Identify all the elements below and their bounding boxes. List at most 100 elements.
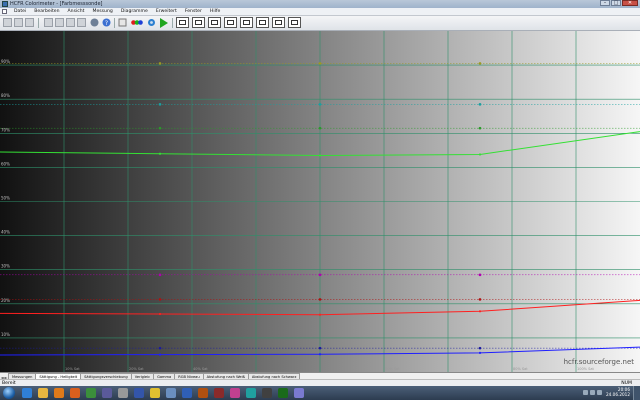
menu-ansicht[interactable]: Ansicht xyxy=(64,9,89,14)
y-tick-label: 50% xyxy=(1,196,10,201)
series-point xyxy=(318,313,322,316)
app10-icon[interactable] xyxy=(278,388,288,398)
tray-icon[interactable] xyxy=(590,390,595,395)
series-point xyxy=(318,353,322,356)
reference-point xyxy=(318,62,322,65)
play-icon[interactable] xyxy=(159,18,168,28)
app2-icon[interactable] xyxy=(102,388,112,398)
view6-icon[interactable] xyxy=(256,17,269,28)
explorer-icon[interactable] xyxy=(166,388,176,398)
reference-point xyxy=(478,346,482,350)
series-point xyxy=(478,153,482,156)
show-desktop-button[interactable] xyxy=(633,386,640,400)
title-bar: HCFR Colorimeter - [Farbmesssonde] – □ ✕ xyxy=(0,0,640,8)
copy-icon[interactable] xyxy=(55,18,64,27)
close-button[interactable]: ✕ xyxy=(622,0,638,6)
x-tick-label: 20% Sat xyxy=(129,367,144,371)
saturation-luminance-chart: 10% 20% 30% 40% 50% 60% 70% 80% 90% 10% Sat 20% S… xyxy=(0,31,640,372)
reference-point xyxy=(478,273,482,277)
app8-icon[interactable] xyxy=(246,388,256,398)
menu-bar: Datei Bearbeiten Ansicht Messung Diagram… xyxy=(0,8,640,16)
reference-point xyxy=(158,298,162,301)
reference-point xyxy=(318,298,322,301)
x-tick-label: 40% Sat xyxy=(193,367,208,371)
save-icon[interactable] xyxy=(25,18,34,27)
menu-messung[interactable]: Messung xyxy=(88,9,116,14)
x-tick-label: 60% Sat xyxy=(385,367,400,371)
menu-datei[interactable]: Datei xyxy=(10,9,30,14)
y-tick-label: 30% xyxy=(1,264,10,269)
reference-point xyxy=(158,103,162,106)
menu-fenster[interactable]: Fenster xyxy=(181,9,206,14)
reference-point xyxy=(478,62,482,65)
volume-icon[interactable] xyxy=(597,390,602,395)
view5-icon[interactable] xyxy=(240,17,253,28)
firefox-icon[interactable] xyxy=(70,388,80,398)
chrome-icon[interactable] xyxy=(150,388,160,398)
tray-icon[interactable] xyxy=(583,390,588,395)
menu-diagramme[interactable]: Diagramme xyxy=(117,9,152,14)
chart-area[interactable]: 10% 20% 30% 40% 50% 60% 70% 80% 90% 10% Sat 20% S… xyxy=(0,31,640,372)
reference-point xyxy=(318,346,322,350)
view3-icon[interactable] xyxy=(208,17,221,28)
app5-icon[interactable] xyxy=(198,388,208,398)
series-point xyxy=(318,154,322,157)
print-icon[interactable] xyxy=(77,18,86,27)
view1-icon[interactable] xyxy=(176,17,189,28)
open-icon[interactable] xyxy=(14,18,23,27)
toolbar: ? xyxy=(0,16,640,31)
new-icon[interactable] xyxy=(3,18,12,27)
view7-icon[interactable] xyxy=(272,17,285,28)
reference-point xyxy=(478,298,482,301)
series-point xyxy=(478,310,482,313)
media-icon[interactable] xyxy=(54,388,64,398)
y-tick-label: 20% xyxy=(1,298,10,303)
menu-hilfe[interactable]: Hilfe xyxy=(206,9,224,14)
menu-erweitert[interactable]: Erweitert xyxy=(152,9,181,14)
y-tick-label: 70% xyxy=(1,127,10,132)
clock[interactable]: 20:06 24.06.2012 xyxy=(606,387,630,397)
series-point xyxy=(158,312,162,316)
color-sensor-icon[interactable] xyxy=(90,18,99,27)
view2-icon[interactable] xyxy=(192,17,205,28)
settings-icon[interactable] xyxy=(147,18,156,27)
y-tick-label: 80% xyxy=(1,93,10,98)
series-point xyxy=(158,353,162,356)
measure-icon[interactable] xyxy=(118,18,127,27)
reference-point xyxy=(318,126,322,130)
word-icon[interactable] xyxy=(182,388,192,398)
app-icon[interactable] xyxy=(86,388,96,398)
maximize-button[interactable]: □ xyxy=(611,0,621,6)
taskbar: 20:06 24.06.2012 xyxy=(0,386,640,400)
reference-point xyxy=(318,273,322,277)
svg-text:?: ? xyxy=(105,20,108,27)
y-tick-label: 90% xyxy=(1,59,10,64)
app6-icon[interactable] xyxy=(214,388,224,398)
app-icon[interactable] xyxy=(2,1,8,7)
app3-icon[interactable] xyxy=(118,388,128,398)
minimize-button[interactable]: – xyxy=(600,0,610,6)
folder-icon[interactable] xyxy=(38,388,48,398)
view8-icon[interactable] xyxy=(288,17,301,28)
cut-icon[interactable] xyxy=(44,18,53,27)
app4-icon[interactable] xyxy=(134,388,144,398)
app9-icon[interactable] xyxy=(262,388,272,398)
help-icon[interactable]: ? xyxy=(102,18,111,27)
app7-icon[interactable] xyxy=(230,388,240,398)
window-title: HCFR Colorimeter - [Farbmesssonde] xyxy=(10,1,103,7)
x-tick-label: 80% Sat xyxy=(513,367,528,371)
ie-icon[interactable] xyxy=(22,388,32,398)
start-button[interactable] xyxy=(3,387,15,399)
x-tick-label: 10% Sat xyxy=(65,367,80,371)
menu-bearbeiten[interactable]: Bearbeiten xyxy=(30,9,63,14)
view4-icon[interactable] xyxy=(224,17,237,28)
paste-icon[interactable] xyxy=(66,18,75,27)
y-tick-label: 10% xyxy=(1,332,10,337)
reference-point xyxy=(158,62,162,65)
y-tick-label: 60% xyxy=(1,161,10,166)
color-balance-icon[interactable] xyxy=(131,18,143,27)
hcfr-icon[interactable] xyxy=(294,388,304,398)
series-point xyxy=(478,351,482,355)
clock-date: 24.06.2012 xyxy=(606,392,630,397)
document-icon[interactable] xyxy=(2,9,7,14)
